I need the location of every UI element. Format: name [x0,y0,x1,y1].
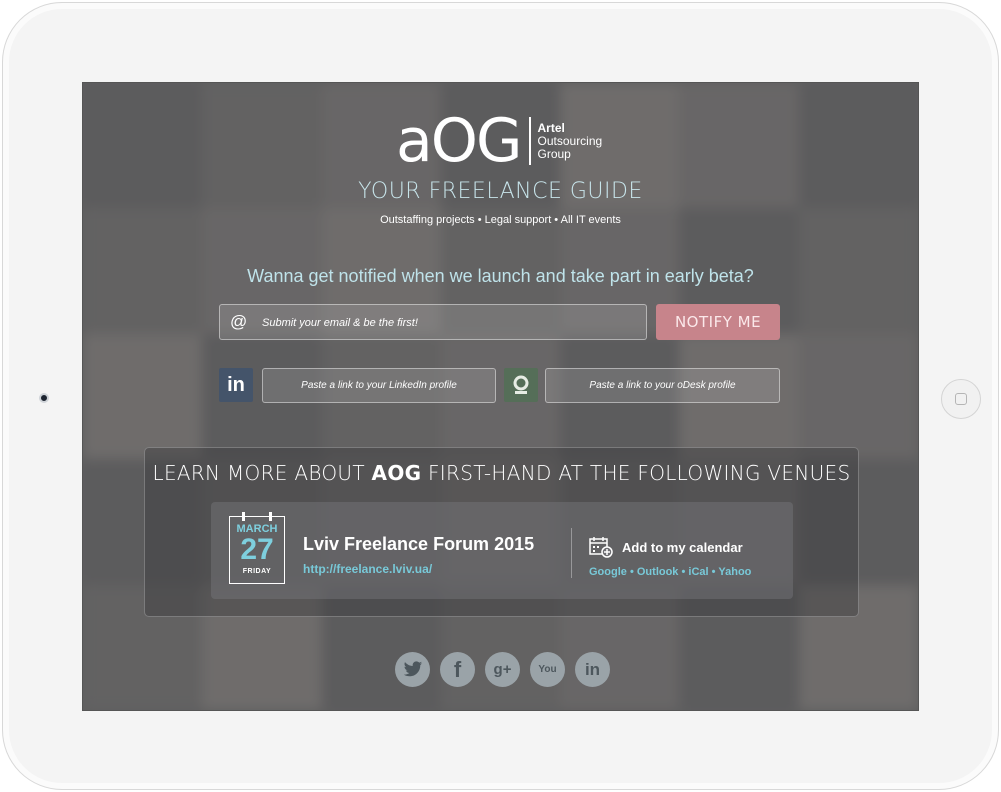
aog-logo: aOG Artel Outsourcing Group [396,111,602,171]
event-day: 27 [240,533,274,566]
google-plus-icon[interactable]: g+ [485,652,520,687]
event-card: MARCH 27 FRIDAY Lviv Freelance Forum 201… [211,502,793,599]
calendar-link-google[interactable]: Google [589,566,627,578]
calendar-link-ical[interactable]: iCal [688,566,708,578]
logo-line-3: Group [537,146,571,161]
add-to-calendar-label[interactable]: Add to my calendar [622,540,743,555]
linkedin-icon[interactable]: in [575,652,610,687]
venues-title: LEARN MORE ABOUT AOG FIRST-HAND AT THE F… [145,461,858,485]
logo-mark: aOG [396,106,522,176]
calendar-links: Google • Outlook • iCal • Yahoo [589,566,751,578]
event-weekday: FRIDAY [242,568,272,575]
event-title: Lviv Freelance Forum 2015 [303,534,535,554]
services-subtitle: Outstaffing projects • Legal support • A… [380,214,621,226]
youtube-icon[interactable]: You [530,652,565,687]
facebook-icon[interactable]: f [440,652,475,687]
camera-icon [39,393,49,403]
odesk-icon [504,368,538,402]
venues-title-brand: AOG [371,461,422,485]
email-input[interactable] [260,305,644,341]
twitter-icon[interactable] [395,652,430,687]
signup-question: Wanna get notified when we launch and ta… [247,266,754,286]
venues-title-post: FIRST-HAND AT THE FOLLOWING VENUES [421,461,851,485]
event-url-link[interactable]: http://freelance.lviv.ua/ [303,562,432,576]
home-button[interactable] [941,379,981,419]
calendar-separator: • [711,566,716,578]
calendar-separator: • [629,566,634,578]
event-divider [571,528,572,578]
event-date-calendar-icon: MARCH 27 FRIDAY [229,512,285,584]
odesk-profile-input[interactable] [545,368,780,403]
calendar-add-icon[interactable] [589,536,613,558]
email-field-wrapper: @ [219,304,647,341]
notify-me-button[interactable]: NOTIFY ME [656,304,780,340]
logo-company-name: Artel Outsourcing Group [537,121,603,161]
venues-title-pre: LEARN MORE ABOUT [152,461,372,485]
calendar-separator: • [681,566,686,578]
calendar-link-yahoo[interactable]: Yahoo [718,566,751,578]
tagline: YOUR FREELANCE GUIDE [358,179,643,204]
linkedin-profile-input[interactable] [262,368,496,403]
linkedin-icon: in [219,368,253,402]
venues-panel: LEARN MORE ABOUT AOG FIRST-HAND AT THE F… [144,447,859,617]
at-icon: @ [230,312,248,331]
calendar-link-outlook[interactable]: Outlook [637,566,679,578]
screen: aOG Artel Outsourcing Group YOUR FREELAN… [82,82,919,711]
social-links: f g+ You in [395,652,610,687]
logo-divider [528,117,531,165]
logo-line-2: Outsourcing [537,133,603,148]
